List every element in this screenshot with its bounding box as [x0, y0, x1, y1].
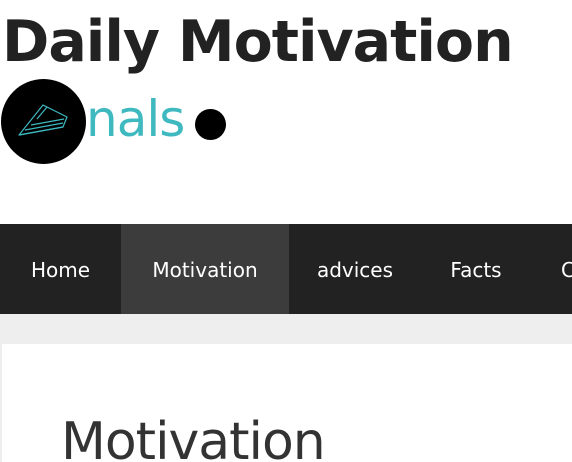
site-title[interactable]: Daily Motivation [2, 0, 514, 84]
nav-item-motivation[interactable]: Motivation [121, 224, 289, 314]
nav-item-facts[interactable]: Facts [421, 224, 531, 314]
site-logo[interactable]: nals [1, 79, 241, 165]
logo-dot [195, 109, 226, 140]
page-title: Motivation [61, 412, 326, 462]
logo-text: nals [86, 90, 185, 148]
nav-item-advices[interactable]: advices [289, 224, 421, 314]
page: Daily Motivation nals Home Motivation ad… [0, 0, 572, 462]
paper-plane-icon [18, 104, 68, 136]
main-navigation: Home Motivation advices Facts C [0, 224, 572, 314]
nav-item-home[interactable]: Home [0, 224, 121, 314]
logo-circle [1, 79, 86, 164]
content-separator [0, 314, 572, 344]
nav-item-truncated[interactable]: C [531, 224, 572, 314]
